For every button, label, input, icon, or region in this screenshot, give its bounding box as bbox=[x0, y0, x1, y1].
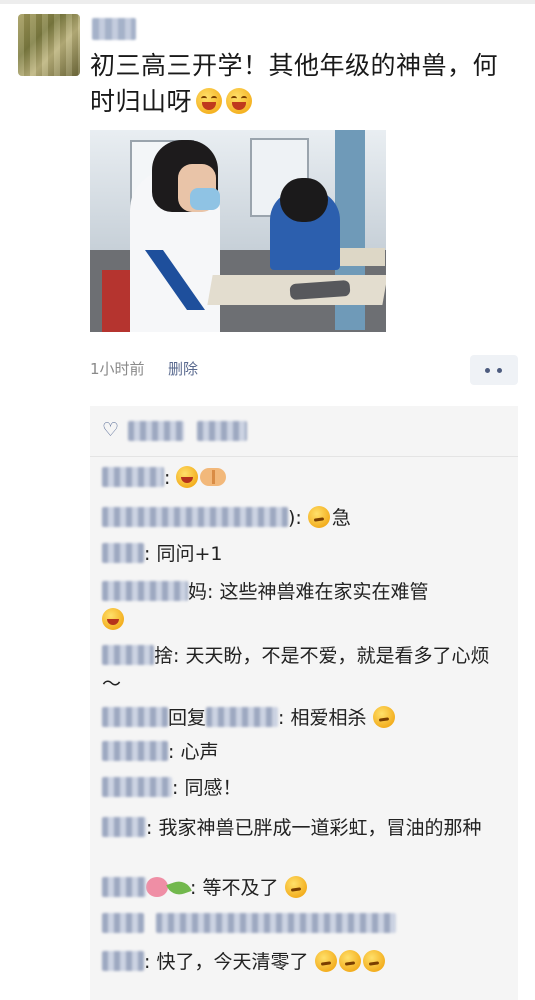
commenter-name-blurred[interactable] bbox=[102, 507, 288, 527]
thinking-emoji-icon bbox=[307, 506, 330, 528]
post-timestamp: 1小时前 bbox=[90, 360, 145, 378]
comment-text: : 我家神兽已胖成一道彩虹，冒油的那种 bbox=[146, 817, 482, 839]
comment-item[interactable]: ): 急 bbox=[102, 504, 506, 532]
comment-item[interactable]: : 快了，今天清零了 bbox=[102, 948, 506, 976]
flower-icon bbox=[146, 877, 168, 897]
comment-item[interactable]: : 我家神兽已胖成一道彩虹，冒油的那种 bbox=[102, 814, 506, 842]
comment-item[interactable]: : 心声 bbox=[102, 738, 506, 766]
commenter-name-blurred[interactable] bbox=[102, 581, 188, 601]
comment-text-blurred bbox=[156, 913, 397, 933]
post-photo[interactable] bbox=[90, 130, 386, 332]
comment-item[interactable]: 回复 : 相爱相杀 bbox=[102, 704, 506, 732]
liker-names-blurred[interactable] bbox=[128, 421, 248, 442]
comment-item-blurred[interactable] bbox=[102, 910, 506, 938]
delete-link[interactable]: 删除 bbox=[168, 358, 198, 379]
thinking-emoji-icon bbox=[362, 950, 385, 972]
thinking-emoji-icon bbox=[338, 950, 361, 972]
comment-text: : 相爱相杀 bbox=[278, 707, 367, 729]
laughing-tears-emoji-icon bbox=[102, 608, 124, 630]
comment-text: : 同问+1 bbox=[144, 543, 223, 565]
thinking-emoji-icon bbox=[372, 706, 395, 728]
reply-target-blurred[interactable] bbox=[206, 707, 279, 727]
heart-icon: ♡ bbox=[102, 419, 120, 441]
thinking-emoji-icon bbox=[284, 876, 307, 898]
commenter-name-blurred[interactable] bbox=[102, 467, 164, 487]
comments-panel: ♡ : ): 急 : 同问+1 妈: 这些神兽难在家实在难管 捨: 天天盼，不是… bbox=[90, 406, 518, 1000]
comment-text: 捨: 天天盼，不是不爱，就是看多了心烦～ bbox=[102, 645, 490, 695]
commenter-name-blurred[interactable] bbox=[102, 645, 154, 665]
comment-text: : 快了，今天清零了 bbox=[144, 951, 309, 973]
commenter-name-blurred[interactable] bbox=[102, 913, 144, 933]
post-text-content: 初三高三开学！其他年级的神兽，何时归山呀 bbox=[90, 51, 499, 116]
comment-item[interactable]: : 同感！ bbox=[102, 774, 506, 802]
avatar[interactable] bbox=[18, 14, 80, 76]
more-dots-icon bbox=[485, 368, 490, 373]
grinning-sweat-emoji-icon bbox=[196, 88, 223, 114]
top-divider bbox=[0, 0, 535, 4]
commenter-name-blurred[interactable] bbox=[102, 741, 168, 761]
comment-text: : 心声 bbox=[168, 741, 219, 763]
comment-item[interactable]: : 等不及了 bbox=[102, 874, 506, 902]
comment-item[interactable]: : bbox=[102, 464, 506, 492]
comment-text: : 等不及了 bbox=[190, 877, 279, 899]
grinning-sweat-emoji-icon bbox=[226, 88, 253, 114]
thinking-emoji-icon bbox=[314, 950, 337, 972]
more-button[interactable] bbox=[470, 355, 518, 385]
likes-row: ♡ bbox=[90, 406, 518, 457]
comment-text: 急 bbox=[331, 507, 351, 529]
handshake-emoji-icon bbox=[200, 468, 227, 486]
post-text: 初三高三开学！其他年级的神兽，何时归山呀 bbox=[90, 48, 520, 120]
commenter-name-blurred[interactable] bbox=[102, 817, 146, 837]
comment-item[interactable]: : 同问+1 bbox=[102, 540, 506, 568]
laughing-tears-emoji-icon bbox=[176, 466, 199, 488]
commenter-name-blurred[interactable] bbox=[102, 543, 144, 563]
more-dots-icon bbox=[497, 368, 502, 373]
comment-item[interactable]: 捨: 天天盼，不是不爱，就是看多了心烦～ bbox=[102, 642, 506, 698]
leaf-icon bbox=[166, 877, 192, 899]
comment-reply-label: 回复 bbox=[168, 707, 207, 729]
comment-text: 妈: 这些神兽难在家实在难管 bbox=[188, 581, 429, 603]
commenter-name-blurred[interactable] bbox=[102, 877, 146, 897]
commenter-name-blurred[interactable] bbox=[102, 707, 168, 727]
comment-text: : bbox=[164, 467, 171, 489]
poster-nickname-blurred[interactable] bbox=[92, 18, 136, 40]
comment-text: ): bbox=[288, 507, 302, 529]
commenter-name-blurred[interactable] bbox=[102, 777, 172, 797]
comment-text: : 同感！ bbox=[172, 777, 242, 799]
comment-item[interactable]: 妈: 这些神兽难在家实在难管 bbox=[102, 578, 506, 634]
commenter-name-blurred[interactable] bbox=[102, 951, 144, 971]
